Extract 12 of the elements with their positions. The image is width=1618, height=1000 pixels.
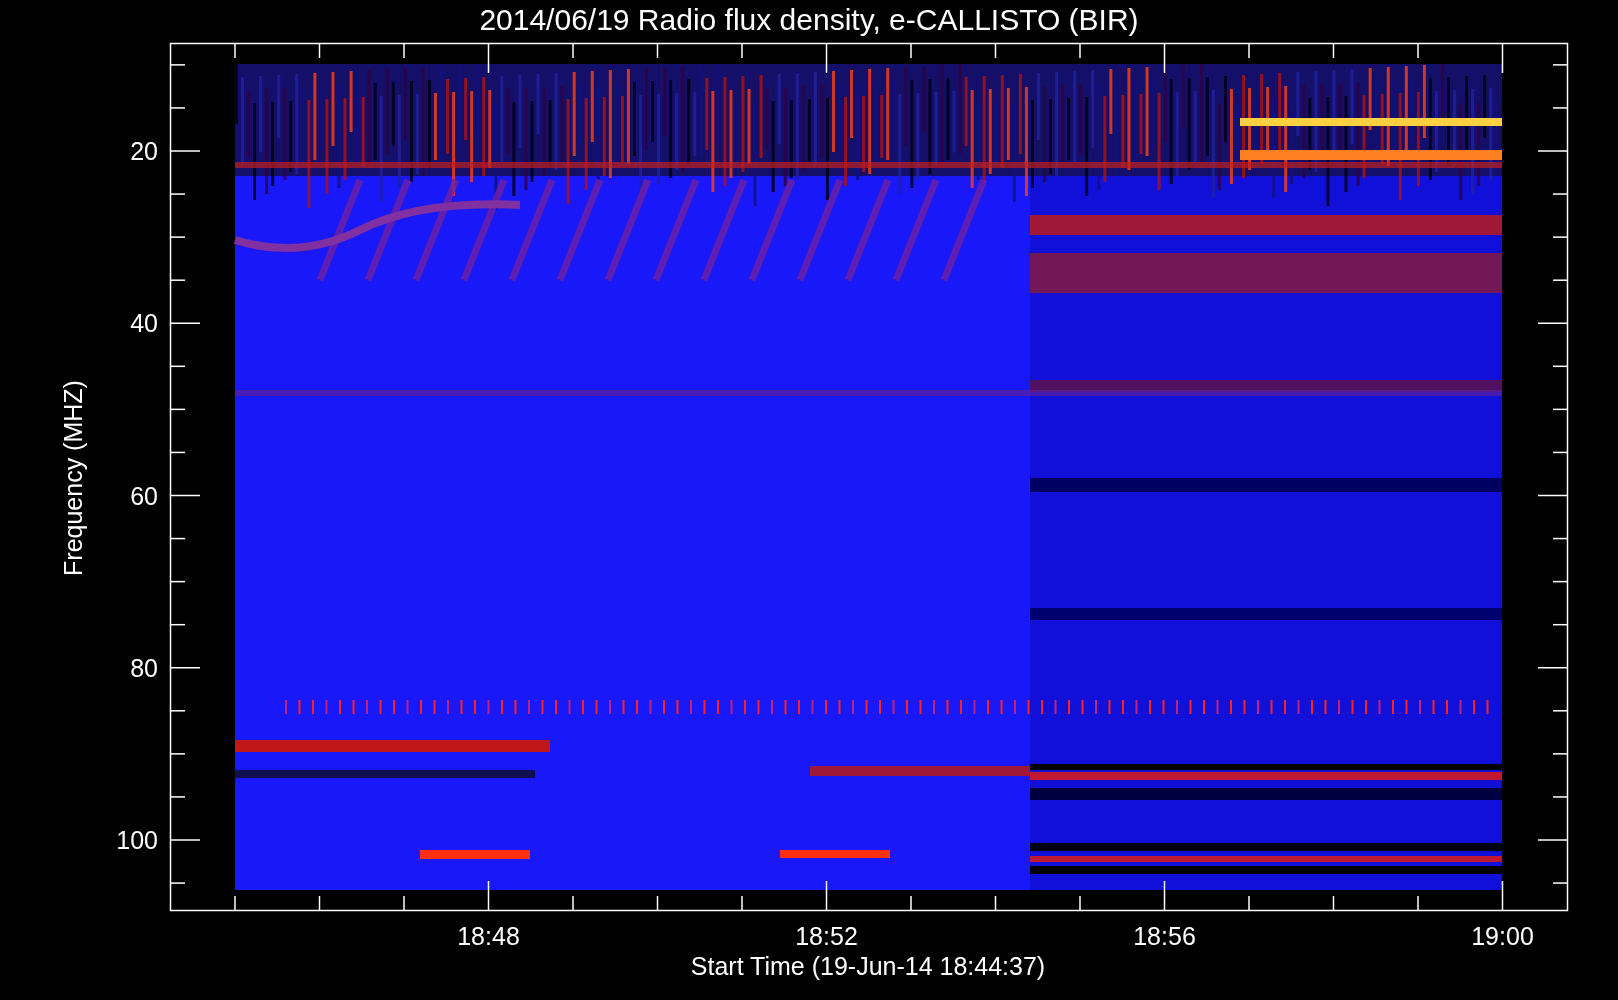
y-tick-label: 20 [130, 137, 158, 165]
x-tick-label: 18:56 [1133, 922, 1196, 950]
chart-title: 2014/06/19 Radio flux density, e-CALLISTO (BIR) [479, 3, 1139, 36]
x-tick-label: 18:48 [457, 922, 520, 950]
y-axis-label: Frequency (MHZ) [59, 380, 87, 576]
x-tick-label: 19:00 [1471, 922, 1534, 950]
y-tick-label: 100 [116, 826, 158, 854]
x-tick-label: 18:52 [795, 922, 858, 950]
y-tick-label: 80 [130, 653, 158, 682]
y-tick-label: 60 [130, 481, 158, 510]
y-tick-label: 40 [130, 309, 158, 338]
x-axis-label: Start Time (19-Jun-14 18:44:37) [690, 952, 1046, 980]
